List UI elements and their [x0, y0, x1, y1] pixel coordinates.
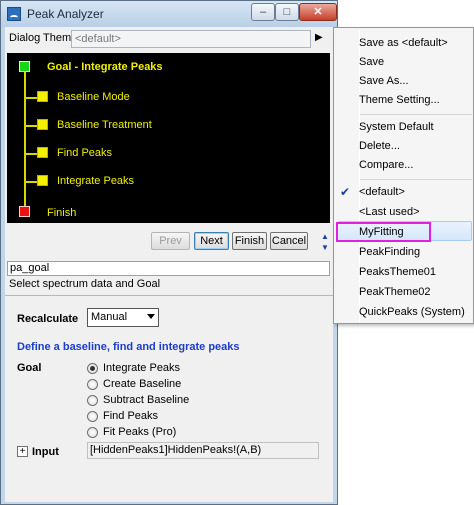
menu-separator: [360, 114, 472, 115]
dialog-client: Dialog Theme <default> ▶ Goal - Integrat…: [5, 27, 333, 502]
peak-analyzer-window: Peak Analyzer – □ ✕ Dialog Theme <defaul…: [0, 0, 338, 505]
page-description: Select spectrum data and Goal: [9, 278, 161, 290]
radio-icon[interactable]: [87, 395, 98, 406]
maximize-button[interactable]: □: [275, 3, 299, 21]
menu-item-save-as[interactable]: Save As...: [359, 72, 409, 90]
menu-item-save-as-default[interactable]: Save as <default>: [359, 34, 448, 52]
menu-item-save[interactable]: Save: [359, 53, 384, 71]
close-button[interactable]: ✕: [299, 3, 337, 21]
theme-menu-arrow-icon[interactable]: ▶: [315, 32, 323, 43]
recalculate-label: Recalculate: [17, 313, 79, 325]
menu-item-theme-default[interactable]: <default>: [359, 183, 405, 201]
tree-item-baseline-treatment[interactable]: Baseline Treatment: [57, 119, 152, 131]
finish-button[interactable]: Finish: [232, 232, 267, 250]
menu-item-delete[interactable]: Delete...: [359, 137, 400, 155]
recalculate-value: Manual: [91, 311, 128, 323]
goal-option-label: Integrate Peaks: [103, 362, 181, 374]
step-node-icon[interactable]: [37, 147, 48, 158]
radio-icon[interactable]: [87, 427, 98, 438]
goal-flow-tree: Goal - Integrate Peaks Baseline Mode Bas…: [7, 53, 330, 223]
menu-item-system-default[interactable]: System Default: [359, 118, 434, 136]
finish-node-icon[interactable]: [19, 206, 30, 217]
tree-item-integrate-peaks[interactable]: Integrate Peaks: [57, 175, 134, 187]
chevron-down-icon: [147, 314, 155, 319]
recalculate-select[interactable]: Manual: [87, 308, 159, 327]
tree-item-baseline-mode[interactable]: Baseline Mode: [57, 91, 130, 103]
radio-icon[interactable]: [87, 411, 98, 422]
app-icon: [7, 7, 21, 21]
section-heading: Define a baseline, find and integrate pe…: [17, 341, 240, 353]
tree-item-goal[interactable]: Goal - Integrate Peaks: [47, 61, 163, 73]
cancel-button[interactable]: Cancel: [270, 232, 308, 250]
tree-item-find-peaks[interactable]: Find Peaks: [57, 147, 112, 159]
title-bar[interactable]: Peak Analyzer – □ ✕: [1, 1, 337, 27]
expand-down-icon[interactable]: ▼: [319, 243, 331, 253]
menu-item-theme-quickpeaks[interactable]: QuickPeaks (System): [359, 303, 465, 321]
step-node-icon[interactable]: [37, 175, 48, 186]
next-button[interactable]: Next: [194, 232, 229, 250]
input-range-field[interactable]: [HiddenPeaks1]HiddenPeaks!(A,B): [87, 442, 319, 459]
navigation-bar: Prev Next Finish Cancel ▲ ▼: [5, 232, 333, 252]
tree-trunk-line: [24, 67, 26, 215]
window-title: Peak Analyzer: [27, 7, 104, 21]
minimize-button[interactable]: –: [251, 3, 275, 21]
goal-option-label: Subtract Baseline: [103, 394, 190, 406]
goal-label: Goal: [17, 362, 42, 374]
expand-plus-icon[interactable]: +: [17, 446, 28, 457]
page-name-field: pa_goal: [7, 261, 330, 276]
screen: Peak Analyzer – □ ✕ Dialog Theme <defaul…: [0, 0, 474, 505]
dialog-theme-field[interactable]: <default>: [71, 30, 311, 48]
check-icon: ✔: [339, 185, 351, 199]
menu-item-theme-peakfinding[interactable]: PeakFinding: [359, 243, 420, 261]
goal-node-icon[interactable]: [19, 61, 30, 72]
menu-item-theme-setting[interactable]: Theme Setting...: [359, 91, 440, 109]
annotation-highlight-box: [336, 222, 431, 242]
input-label: Input: [32, 446, 59, 458]
step-node-icon[interactable]: [37, 91, 48, 102]
goal-option-label: Find Peaks: [103, 410, 159, 422]
divider: [5, 295, 333, 296]
menu-separator: [360, 179, 472, 180]
dialog-theme-label: Dialog Theme: [9, 32, 78, 44]
menu-item-compare[interactable]: Compare...: [359, 156, 413, 174]
radio-selected-icon[interactable]: [87, 363, 98, 374]
menu-item-theme-last-used[interactable]: <Last used>: [359, 203, 420, 221]
menu-item-theme-peaktheme02[interactable]: PeakTheme02: [359, 283, 431, 301]
radio-icon[interactable]: [87, 379, 98, 390]
goal-option-label: Fit Peaks (Pro): [103, 426, 177, 438]
theme-menu: Save as <default> Save Save As... Theme …: [333, 27, 474, 324]
menu-item-theme-peakstheme01[interactable]: PeaksTheme01: [359, 263, 436, 281]
tree-item-finish[interactable]: Finish: [47, 207, 76, 219]
step-node-icon[interactable]: [37, 119, 48, 130]
collapse-up-icon[interactable]: ▲: [319, 232, 331, 242]
goal-option-label: Create Baseline: [103, 378, 182, 390]
prev-button[interactable]: Prev: [151, 232, 190, 250]
